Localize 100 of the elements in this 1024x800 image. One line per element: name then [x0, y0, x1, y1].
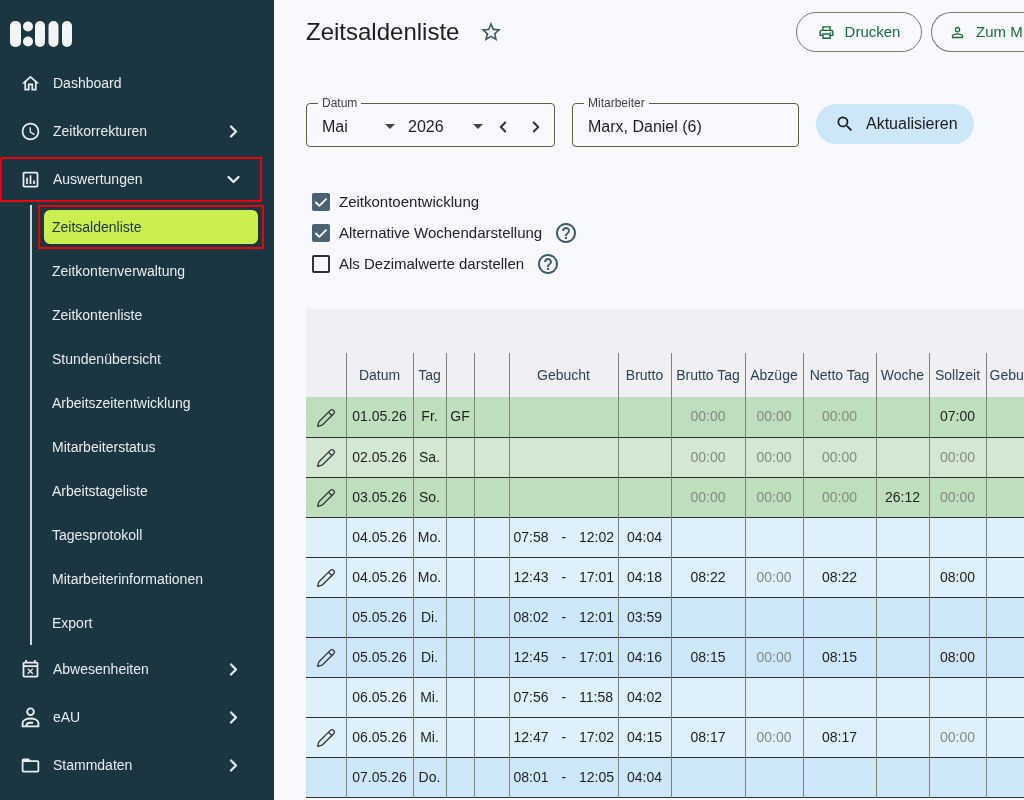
- table-cell: 00:00: [803, 397, 876, 437]
- search-icon: [835, 114, 855, 134]
- table-cell: 02.05.26: [346, 437, 413, 477]
- table-cell: 00:00: [745, 477, 803, 517]
- table-cell: 08:15: [671, 637, 745, 677]
- table-cell: Do.: [413, 757, 446, 797]
- nav-item[interactable]: Zeitkorrekturen: [0, 109, 262, 154]
- caret-icon: [385, 124, 395, 129]
- nav-item[interactable]: Auswertungen: [0, 157, 262, 202]
- field-value: Marx, Daniel (6): [587, 116, 702, 137]
- nav-subitem[interactable]: Arbeitstageliste: [44, 474, 258, 508]
- checkbox[interactable]: [312, 255, 330, 273]
- field-label: Mitarbeiter: [587, 96, 646, 110]
- month-select[interactable]: Mai: [316, 114, 400, 139]
- table-cell: 00:00: [745, 717, 803, 757]
- printer-icon: [817, 23, 835, 41]
- nav-item[interactable]: Stammdaten: [0, 743, 262, 788]
- table-cell: 00:00: [803, 477, 876, 517]
- table-cell: 12:43 - 17:01: [509, 557, 618, 597]
- table-cell: 08:02 - 12:01: [509, 597, 618, 637]
- home-icon: [20, 73, 41, 94]
- star-icon[interactable]: [479, 20, 504, 44]
- table-cell: 00:00: [803, 437, 876, 477]
- table-cell: Mi.: [413, 717, 446, 757]
- table-cell: Di.: [413, 637, 446, 677]
- table-cell: 04:04: [618, 757, 671, 797]
- checkbox-label: Zeitkontoentwicklung: [339, 191, 480, 212]
- table-cell: 04:02: [618, 677, 671, 717]
- table-cell: 08:17: [671, 717, 745, 757]
- table-cell: 00:00: [745, 437, 803, 477]
- table-cell: 08:01 - 12:05: [509, 757, 618, 797]
- nav-subitem[interactable]: Zeitkontenliste: [44, 298, 258, 332]
- table-cell: 04:15: [618, 717, 671, 757]
- table-cell: 07.05.26: [346, 757, 413, 797]
- table-cell: 08:22: [803, 557, 876, 597]
- table-cell: 08:22: [671, 557, 745, 597]
- pencil-icon[interactable]: [315, 407, 336, 428]
- bar-chart-icon: [20, 169, 41, 190]
- year-select[interactable]: 2026: [404, 114, 488, 139]
- pencil-icon[interactable]: [315, 487, 336, 508]
- page-title: Zeitsaldenliste: [306, 20, 460, 44]
- help-icon[interactable]: [554, 221, 579, 245]
- help-icon[interactable]: [536, 252, 561, 276]
- table-cell: 05.05.26: [346, 637, 413, 677]
- table-cell: 03:59: [618, 597, 671, 637]
- table-cell: 04.05.26: [346, 517, 413, 557]
- field-label: Datum: [321, 96, 359, 110]
- chevron-left-icon: [499, 120, 507, 133]
- check-icon: [315, 197, 327, 207]
- table-cell: 05.05.26: [346, 597, 413, 637]
- pencil-icon[interactable]: [315, 447, 336, 468]
- employee-field[interactable]: Mitarbeiter Marx, Daniel (6): [572, 96, 799, 147]
- table-cell: 00:00: [745, 637, 803, 677]
- nav-subitem[interactable]: Zeitsaldenliste: [44, 210, 258, 244]
- table-cell: 00:00: [745, 557, 803, 597]
- table-cell: Mo.: [413, 557, 446, 597]
- pencil-icon[interactable]: [315, 727, 336, 748]
- nav-subitem[interactable]: Stundenübersicht: [44, 342, 258, 376]
- table-cell: 08:00: [929, 637, 986, 677]
- table-cell: 01.05.26: [346, 397, 413, 437]
- check-icon: [315, 228, 327, 238]
- checkbox-label: Alternative Wochendarstellung: [339, 222, 543, 243]
- table-cell: 00:00: [671, 477, 745, 517]
- table-cell: 00:00: [671, 397, 745, 437]
- table-cell: 00:00: [929, 477, 986, 517]
- nav-item[interactable]: eAU: [0, 695, 262, 740]
- nav-item[interactable]: Abwesenheiten: [0, 647, 262, 692]
- table-cell: 07:58 - 12:02: [509, 517, 618, 557]
- person-icon: [20, 707, 41, 728]
- table-cell: Mo.: [413, 517, 446, 557]
- nav-subitem[interactable]: Mitarbeiterinformationen: [44, 562, 258, 596]
- table-cell: 08:00: [929, 557, 986, 597]
- nav-subitem[interactable]: Arbeitszeitentwicklung: [44, 386, 258, 420]
- checkbox[interactable]: [312, 193, 330, 211]
- caret-icon: [473, 124, 483, 129]
- table-cell: GF: [446, 397, 474, 437]
- nav-subitem[interactable]: Tagesprotokoll: [44, 518, 258, 552]
- nav-subitem[interactable]: Mitarbeiterstatus: [44, 430, 258, 464]
- pencil-icon[interactable]: [315, 647, 336, 668]
- table-cell: 00:00: [745, 397, 803, 437]
- table-cell: 04:04: [618, 517, 671, 557]
- table-cell: Di.: [413, 597, 446, 637]
- table-cell: 07:00: [929, 397, 986, 437]
- nav-item[interactable]: Dashboard: [0, 61, 262, 106]
- clock-icon: [20, 121, 41, 142]
- nav-subitem[interactable]: Export: [44, 606, 258, 640]
- table-cell: 04:16: [618, 637, 671, 677]
- refresh-button[interactable]: Aktualisieren: [816, 104, 974, 144]
- table-cell: Fr.: [413, 397, 446, 437]
- table-cell: Mi.: [413, 677, 446, 717]
- pencil-icon[interactable]: [315, 567, 336, 588]
- nav-subitem[interactable]: Zeitkontenverwaltung: [44, 254, 258, 288]
- table-cell: 08:15: [803, 637, 876, 677]
- checkbox-label: Als Dezimalwerte darstellen: [339, 253, 525, 274]
- table-cell: 04:18: [618, 557, 671, 597]
- table-cell: 00:00: [929, 717, 986, 757]
- calendar-x-icon: [20, 659, 41, 680]
- table-cell: 26:12: [876, 477, 929, 517]
- checkbox[interactable]: [312, 224, 330, 242]
- date-field[interactable]: Datum Mai 2026: [306, 96, 555, 147]
